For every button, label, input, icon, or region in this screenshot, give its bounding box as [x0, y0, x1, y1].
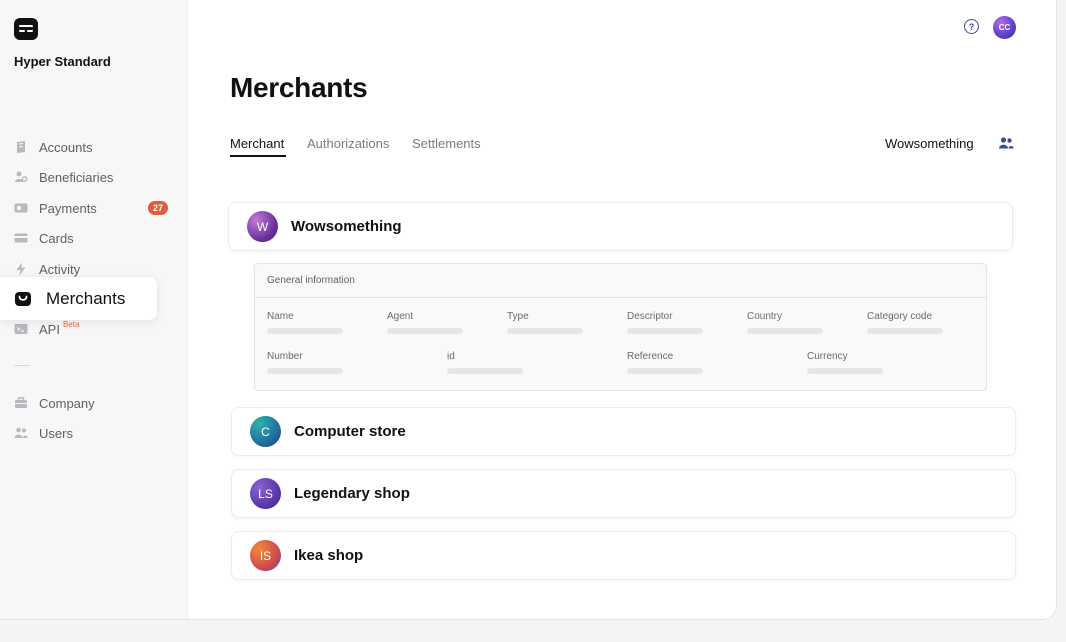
- payments-icon: [14, 201, 28, 215]
- field-label-agent: Agent: [387, 311, 414, 322]
- app-window: Hyper Standard Accounts Beneficiaries Pa…: [0, 0, 1057, 620]
- tab-authorizations[interactable]: Authorizations: [307, 136, 389, 151]
- sidebar-item-label: Beneficiaries: [39, 169, 114, 185]
- sidebar-item-company[interactable]: Company: [14, 392, 95, 414]
- accounts-icon: [14, 140, 28, 154]
- active-tab-indicator: [230, 155, 286, 157]
- general-information-panel: General information Name Agent Type Desc…: [254, 263, 987, 391]
- field-label-reference: Reference: [627, 351, 674, 362]
- sidebar-item-users[interactable]: Users: [14, 422, 73, 444]
- field-label-id: id: [447, 351, 455, 362]
- sidebar-item-label: API: [39, 321, 60, 337]
- merchant-card-wowsomething[interactable]: W Wowsomething: [228, 202, 1013, 251]
- users-icon[interactable]: [998, 136, 1014, 150]
- page-title: Merchants: [230, 72, 368, 103]
- sidebar-item-merchants[interactable]: Merchants: [0, 277, 157, 320]
- field-label-number: Number: [267, 351, 303, 362]
- tab-settlements[interactable]: Settlements: [412, 136, 481, 151]
- merchant-card-computer-store[interactable]: C Computer store: [231, 407, 1016, 456]
- value-placeholder: [387, 328, 463, 334]
- merchant-avatar: C: [250, 416, 281, 447]
- sidebar-item-cards[interactable]: Cards: [14, 227, 74, 249]
- lightning-icon: [14, 262, 28, 276]
- bag-icon: [14, 290, 32, 308]
- sidebar-item-label: Company: [39, 395, 95, 411]
- merchant-name: Computer store: [294, 423, 406, 440]
- value-placeholder: [627, 368, 703, 374]
- value-placeholder: [747, 328, 823, 334]
- merchant-card-ikea-shop[interactable]: IS Ikea shop: [231, 531, 1016, 580]
- value-placeholder: [267, 328, 343, 334]
- sidebar-item-payments[interactable]: Payments: [14, 197, 97, 219]
- value-placeholder: [807, 368, 883, 374]
- api-icon: [14, 322, 28, 336]
- sidebar-item-api[interactable]: API Beta: [14, 318, 79, 340]
- merchant-avatar: LS: [250, 478, 281, 509]
- value-placeholder: [267, 368, 343, 374]
- sidebar-item-label: Users: [39, 425, 73, 441]
- field-label-descriptor: Descriptor: [627, 311, 673, 322]
- sidebar-item-accounts[interactable]: Accounts: [14, 136, 92, 158]
- field-label-name: Name: [267, 311, 294, 322]
- selected-merchant[interactable]: Wowsomething: [885, 136, 974, 151]
- sidebar-item-beneficiaries[interactable]: Beneficiaries: [14, 166, 113, 188]
- sidebar-item-label: Payments: [39, 200, 97, 216]
- payments-count-badge: 27: [148, 201, 168, 215]
- sidebar-item-label: Merchants: [46, 288, 126, 308]
- merchant-name: Ikea shop: [294, 547, 364, 564]
- value-placeholder: [507, 328, 583, 334]
- sidebar-item-label: Accounts: [39, 139, 93, 155]
- value-placeholder: [627, 328, 703, 334]
- merchant-avatar: W: [247, 211, 278, 242]
- logo-icon[interactable]: [14, 18, 38, 40]
- beta-tag: Beta: [62, 319, 80, 329]
- beneficiaries-icon: [14, 170, 28, 184]
- brand-name: Hyper Standard: [14, 54, 111, 69]
- sidebar-item-label: Cards: [39, 230, 74, 246]
- field-label-category-code: Category code: [867, 311, 933, 322]
- tab-merchant[interactable]: Merchant: [230, 136, 284, 151]
- value-placeholder: [867, 328, 943, 334]
- panel-title: General information: [255, 264, 986, 298]
- value-placeholder: [447, 368, 523, 374]
- cards-icon: [14, 231, 28, 245]
- help-icon[interactable]: ?: [964, 19, 979, 34]
- field-label-type: Type: [507, 311, 529, 322]
- company-icon: [14, 396, 28, 410]
- users-icon: [14, 426, 28, 440]
- sidebar-item-label: Activity: [39, 261, 81, 277]
- field-label-country: Country: [747, 311, 783, 322]
- merchant-card-legendary-shop[interactable]: LS Legendary shop: [231, 469, 1016, 518]
- merchant-avatar: IS: [250, 540, 281, 571]
- merchant-name: Legendary shop: [294, 485, 410, 502]
- user-avatar[interactable]: CC: [993, 16, 1016, 39]
- field-label-currency: Currency: [807, 351, 848, 362]
- sidebar-divider: [14, 365, 30, 366]
- merchant-name: Wowsomething: [291, 218, 402, 235]
